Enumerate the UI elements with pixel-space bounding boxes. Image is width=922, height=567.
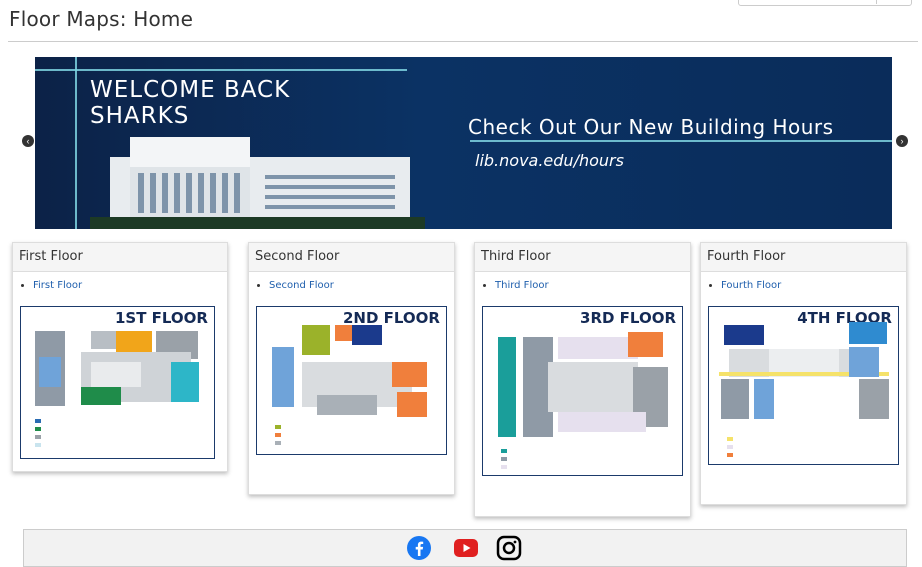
carousel-headline: Check Out Our New Building Hours	[468, 115, 834, 139]
decorative-line	[35, 69, 407, 71]
first-floor-link[interactable]: First Floor	[33, 280, 82, 291]
youtube-icon[interactable]	[453, 535, 479, 561]
second-floor-map[interactable]: 2ND FLOOR	[256, 306, 447, 455]
footer-social-bar	[23, 529, 907, 567]
page-title: Floor Maps: Home	[9, 7, 194, 31]
floor-card-fourth: Fourth Floor Fourth Floor 4TH FLOOR	[700, 242, 907, 505]
floor-card-second: Second Floor Second Floor 2ND FLOOR	[248, 242, 455, 495]
card-header: First Floor	[13, 243, 227, 272]
carousel-next-icon[interactable]: ›	[896, 135, 908, 147]
floor-card-first: First Floor First Floor 1ST FLOOR	[12, 242, 228, 472]
title-divider	[8, 41, 918, 42]
carousel-prev-icon[interactable]: ‹	[22, 135, 34, 147]
carousel-heading: WELCOME BACK SHARKS	[90, 77, 291, 129]
hero-carousel[interactable]: WELCOME BACK SHARKS Check Out Our New Bu…	[35, 57, 892, 229]
third-floor-link[interactable]: Third Floor	[495, 280, 549, 291]
card-header: Second Floor	[249, 243, 454, 272]
card-header: Third Floor	[475, 243, 690, 272]
facebook-icon[interactable]	[406, 535, 432, 561]
decorative-line	[470, 140, 892, 142]
floor-card-third: Third Floor Third Floor 3RD FLOOR	[474, 242, 691, 517]
fourth-floor-link[interactable]: Fourth Floor	[721, 280, 781, 291]
fourth-floor-map[interactable]: 4TH FLOOR	[708, 306, 899, 465]
search-button[interactable]	[876, 0, 911, 4]
carousel-url: lib.nova.edu/hours	[475, 151, 624, 170]
decorative-line	[75, 57, 77, 229]
first-floor-map[interactable]: 1ST FLOOR	[20, 306, 215, 459]
instagram-icon[interactable]	[496, 535, 522, 561]
second-floor-link[interactable]: Second Floor	[269, 280, 334, 291]
library-building-image	[90, 137, 425, 229]
third-floor-map[interactable]: 3RD FLOOR	[482, 306, 683, 476]
card-header: Fourth Floor	[701, 243, 906, 272]
